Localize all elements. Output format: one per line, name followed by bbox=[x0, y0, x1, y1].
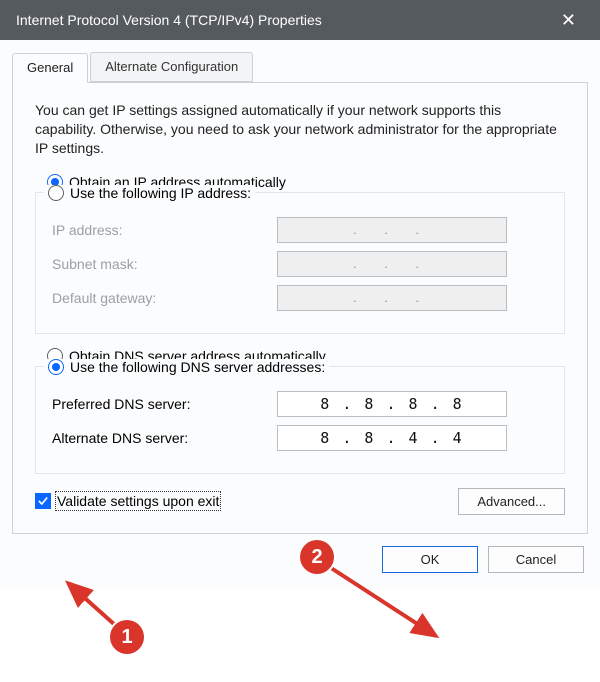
tab-general[interactable]: General bbox=[12, 53, 88, 83]
label-default-gateway: Default gateway: bbox=[52, 290, 277, 306]
annotation-badge-2: 2 bbox=[300, 540, 334, 574]
tabpage-general: You can get IP settings assigned automat… bbox=[12, 83, 588, 534]
checkbox-icon bbox=[35, 493, 51, 509]
radio-ip-manual[interactable]: Use the following IP address: bbox=[44, 185, 255, 201]
annotation-badge-1: 1 bbox=[110, 620, 144, 654]
label-subnet-mask: Subnet mask: bbox=[52, 256, 277, 272]
radio-label: Use the following DNS server addresses: bbox=[70, 359, 325, 375]
radio-icon bbox=[48, 185, 64, 201]
window-title: Internet Protocol Version 4 (TCP/IPv4) P… bbox=[16, 12, 322, 28]
radio-label: Use the following IP address: bbox=[70, 185, 251, 201]
titlebar: Internet Protocol Version 4 (TCP/IPv4) P… bbox=[0, 0, 600, 40]
label-alternate-dns: Alternate DNS server: bbox=[52, 430, 277, 446]
intro-text: You can get IP settings assigned automat… bbox=[35, 101, 565, 158]
checkbox-label: Validate settings upon exit bbox=[57, 493, 219, 509]
input-preferred-dns[interactable]: 8 . 8 . 8 . 8 bbox=[277, 391, 507, 417]
input-ip-address: . . . bbox=[277, 217, 507, 243]
tab-strip: General Alternate Configuration bbox=[12, 52, 588, 83]
label-ip-address: IP address: bbox=[52, 222, 277, 238]
ok-button[interactable]: OK bbox=[382, 546, 478, 573]
client-area: General Alternate Configuration You can … bbox=[0, 40, 600, 587]
close-icon[interactable]: ✕ bbox=[551, 5, 586, 35]
cancel-button[interactable]: Cancel bbox=[488, 546, 584, 573]
input-alternate-dns[interactable]: 8 . 8 . 4 . 4 bbox=[277, 425, 507, 451]
advanced-button[interactable]: Advanced... bbox=[458, 488, 565, 515]
radio-icon bbox=[48, 359, 64, 375]
radio-dns-manual[interactable]: Use the following DNS server addresses: bbox=[44, 359, 329, 375]
input-subnet-mask: . . . bbox=[277, 251, 507, 277]
label-preferred-dns: Preferred DNS server: bbox=[52, 396, 277, 412]
ip-manual-group: Use the following IP address: IP address… bbox=[35, 192, 565, 334]
bottom-row: Validate settings upon exit Advanced... bbox=[35, 488, 565, 515]
tab-alternate-configuration[interactable]: Alternate Configuration bbox=[90, 52, 253, 82]
checkbox-validate-on-exit[interactable]: Validate settings upon exit bbox=[35, 493, 219, 509]
input-default-gateway: . . . bbox=[277, 285, 507, 311]
dns-manual-group: Use the following DNS server addresses: … bbox=[35, 366, 565, 474]
